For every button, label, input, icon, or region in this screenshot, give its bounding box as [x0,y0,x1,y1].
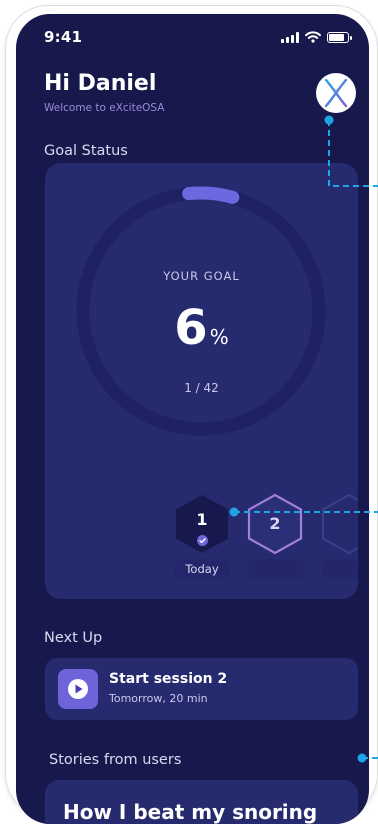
check-icon [197,535,208,546]
goal-percent: 6% [45,300,358,356]
stories-title: Stories from users [49,752,182,768]
day-1-label: Today [174,559,230,579]
day-1-hexagon[interactable]: 1 [172,493,232,555]
next-up-title: Next Up [44,630,103,646]
goal-count: 1 / 42 [184,381,219,395]
next-session-name: Start session 2 [109,671,228,687]
wifi-icon [305,31,321,43]
day-2-label [247,559,305,579]
day-2-number: 2 [269,514,281,533]
phone-frame: 9:41 Hi Daniel Welcome to eXciteOSA Goal… [6,6,377,824]
next-session-meta: Tomorrow, 20 min [109,692,208,705]
app-screen: 9:41 Hi Daniel Welcome to eXciteOSA Goal… [16,14,369,824]
status-time: 9:41 [44,28,83,46]
day-1-number: 1 [196,510,208,529]
battery-icon [327,31,352,43]
greeting-subtitle: Welcome to eXciteOSA [44,102,165,114]
play-icon [68,679,88,699]
goal-percent-sign: % [209,325,229,349]
status-bar: 9:41 [16,14,369,54]
next-session-card[interactable]: Start session 2 Tomorrow, 20 min [45,658,358,720]
x-logo-icon[interactable] [316,73,356,113]
play-button[interactable] [58,669,98,709]
status-icons [281,31,352,43]
day-3-hexagon[interactable] [318,493,358,555]
goal-status-title: Goal Status [44,143,128,159]
day-3-label [321,559,358,579]
greeting-title: Hi Daniel [44,71,157,96]
signal-icon [281,31,299,43]
story-card[interactable]: How I beat my snoring [45,780,358,824]
hexagon-locked-icon [322,493,358,555]
goal-label: YOUR GOAL [163,269,240,283]
day-2-hexagon[interactable]: 2 [244,493,306,555]
day-progress-track: 1 Today 2 [45,483,358,599]
goal-percent-value: 6 [174,300,208,356]
goal-card: YOUR GOAL 6% 1 / 42 1 Today 2 [45,163,358,599]
